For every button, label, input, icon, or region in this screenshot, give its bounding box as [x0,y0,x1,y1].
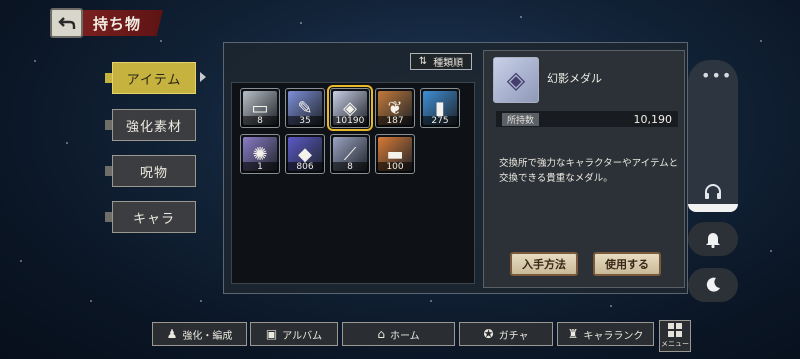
item-description: 交換所で強力なキャラクターやアイテムと交換できる貴重なメダル。 [499,158,679,184]
moon-icon [706,277,720,292]
tab-materials[interactable]: 強化素材 [105,109,196,141]
item-slot[interactable]: ◆ 806 [285,134,325,174]
headset-icon [705,184,721,199]
nav-home[interactable]: ⌂ ホーム [342,322,455,346]
nav-label: ホーム [389,330,420,342]
grid-menu-icon [668,323,682,337]
tab-items[interactable]: アイテム [105,62,196,94]
item-count: 8 [331,162,369,173]
nav-label: ガチャ [498,330,529,342]
item-count: 1 [241,162,279,173]
owned-count-row: 所持数 10,190 [496,111,678,127]
tab-cursed-items[interactable]: 呪物 [105,155,196,187]
nav-label: アルバム [282,330,323,342]
bell-icon [706,233,720,248]
nav-enhance-formation[interactable]: ♟ 強化・編成 [152,322,247,346]
item-slot[interactable]: ▮ 275 [420,88,460,128]
item-count: 35 [286,116,324,127]
item-count: 275 [421,116,459,127]
item-count: 100 [376,162,414,173]
team-icon: ♟ [166,327,178,341]
dark-mode-button[interactable] [688,268,738,302]
item-slot[interactable]: ✎ 35 [285,88,325,128]
use-button[interactable]: 使用する [593,252,661,276]
panel-divider [688,204,738,212]
active-tab-arrow-icon [200,72,206,82]
menu-button[interactable]: メニュー [659,320,691,352]
home-icon: ⌂ [377,327,385,341]
nav-character-rank[interactable]: ♜ キャラランク [557,322,654,346]
menu-label: メニュー [661,340,689,348]
nav-album[interactable]: ▣ アルバム [250,322,338,346]
owned-label: 所持数 [502,112,540,126]
nav-label: キャラランク [583,330,644,342]
item-slot[interactable]: ✺ 1 [240,134,280,174]
obtain-method-button[interactable]: 入手方法 [510,252,578,276]
tab-characters[interactable]: キャラ [105,201,196,233]
item-count: 8 [241,116,279,127]
sort-button[interactable]: ⇅ 種類順 [410,53,472,70]
back-arrow-icon [57,17,75,29]
more-options-icon[interactable]: ••• [701,66,732,85]
nav-label: 強化・編成 [182,330,233,342]
item-slot[interactable]: ▭ 8 [240,88,280,128]
owned-value: 10,190 [633,112,673,126]
rank-icon: ♜ [567,327,579,341]
item-slot[interactable]: ⟋ 8 [330,134,370,174]
item-count: 806 [286,162,324,173]
gacha-icon: ✪ [483,327,494,341]
item-slot[interactable]: ◈ 10190 [327,85,373,131]
item-slot[interactable]: ▬ 100 [375,134,415,174]
album-icon: ▣ [265,327,278,341]
item-count: 187 [376,116,414,127]
notification-button[interactable] [688,222,738,256]
medal-icon: ◈ [493,57,539,103]
page-title: 持ち物 [83,10,163,36]
item-slot[interactable]: ❦ 187 [375,88,415,128]
item-count: 10190 [331,116,369,127]
sort-icon: ⇅ [418,56,428,67]
nav-gacha[interactable]: ✪ ガチャ [459,322,553,346]
back-button[interactable] [50,8,83,38]
item-name: 幻影メダル [547,72,602,85]
sort-label: 種類順 [433,58,464,69]
